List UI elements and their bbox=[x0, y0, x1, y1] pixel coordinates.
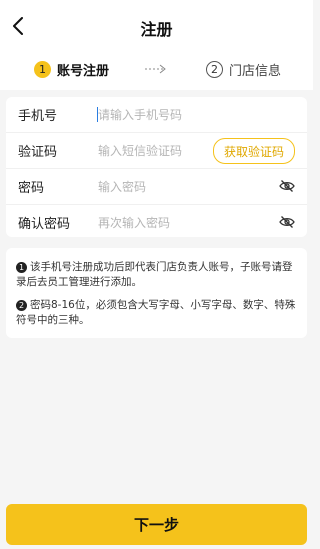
step-store: 2 门店信息 bbox=[206, 60, 281, 79]
code-row: 验证码 获取验证码 bbox=[6, 132, 307, 168]
password-row: 密码 bbox=[6, 168, 307, 204]
confirm-password-label: 确认密码 bbox=[18, 217, 71, 232]
registration-form: 手机号 验证码 获取验证码 密码 确认密码 bbox=[6, 97, 307, 237]
top-bar: 注册 bbox=[0, 0, 313, 54]
phone-row: 手机号 bbox=[6, 97, 307, 132]
notice-card: 1 该手机号注册成功后即代表门店负责人账号，子账号请登录后去员工管理进行添加。 2… bbox=[6, 248, 307, 338]
next-step-button[interactable]: 下一步 bbox=[6, 504, 307, 545]
notice-item: 1 该手机号注册成功后即代表门店负责人账号，子账号请登录后去员工管理进行添加。 bbox=[16, 260, 298, 290]
password-label: 密码 bbox=[18, 181, 45, 196]
get-code-button[interactable]: 获取验证码 bbox=[212, 138, 295, 164]
notice-number-badge: 1 bbox=[16, 262, 27, 273]
notice-item: 2 密码8-16位，必须包含大写字母、小写字母、数字、特殊符号中的三种。 bbox=[16, 298, 298, 328]
step-number-badge: 1 bbox=[34, 61, 51, 78]
code-input[interactable] bbox=[98, 143, 218, 158]
notice-text: 该手机号注册成功后即代表门店负责人账号，子账号请登录后去员工管理进行添加。 bbox=[16, 261, 293, 288]
phone-label: 手机号 bbox=[18, 109, 58, 124]
page-title: 注册 bbox=[140, 20, 173, 39]
step-label: 门店信息 bbox=[229, 64, 282, 79]
step-account: 1 账号注册 bbox=[34, 60, 109, 79]
confirm-password-input[interactable] bbox=[98, 215, 218, 230]
eye-off-icon[interactable] bbox=[279, 215, 295, 229]
confirm-password-row: 确认密码 bbox=[6, 204, 307, 240]
code-label: 验证码 bbox=[18, 145, 58, 160]
password-input[interactable] bbox=[98, 179, 218, 194]
step-arrow-icon bbox=[145, 64, 166, 74]
step-indicator: 1 账号注册 2 门店信息 bbox=[0, 54, 313, 90]
step-number-badge: 2 bbox=[206, 61, 223, 78]
notice-number-badge: 2 bbox=[16, 300, 27, 311]
eye-off-icon[interactable] bbox=[279, 179, 295, 193]
phone-input[interactable] bbox=[98, 107, 218, 122]
notice-text: 密码8-16位，必须包含大写字母、小写字母、数字、特殊符号中的三种。 bbox=[16, 299, 296, 326]
step-label: 账号注册 bbox=[57, 64, 110, 79]
